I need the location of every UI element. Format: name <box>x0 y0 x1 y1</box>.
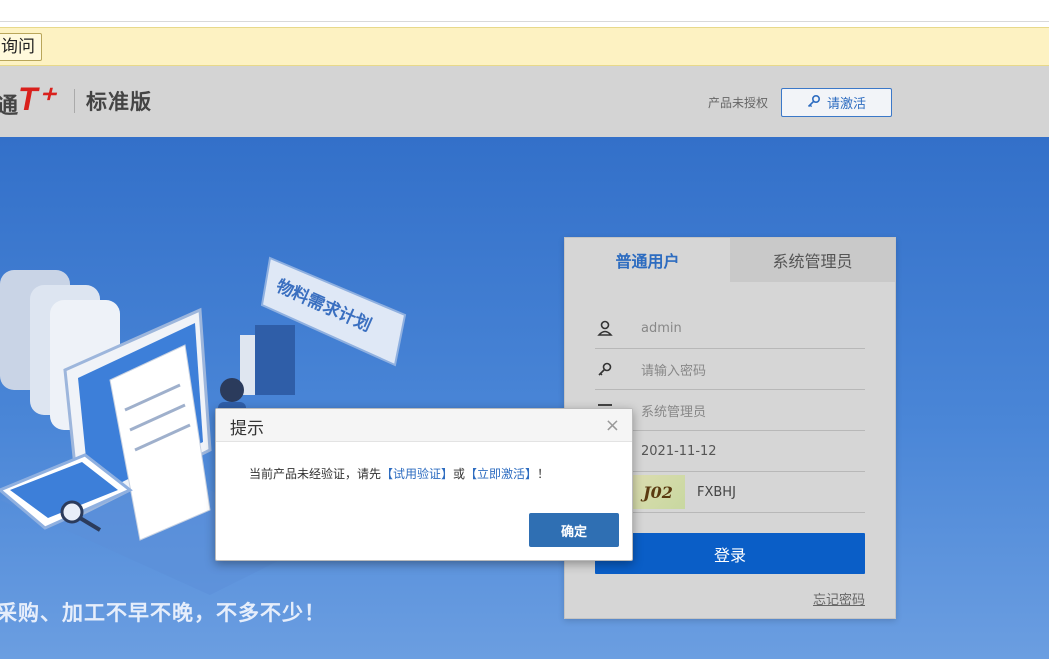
username-field[interactable]: admin <box>595 308 865 349</box>
date-value: 2021-11-12 <box>641 443 717 459</box>
license-status: 产品未授权 <box>708 96 769 110</box>
tab-normal-user[interactable]: 普通用户 <box>565 238 730 282</box>
key-icon <box>595 361 641 377</box>
logo-text: 通 <box>0 94 19 119</box>
dialog-message: 当前产品未经验证，请先【试用验证】或【立即激活】！ <box>249 465 549 482</box>
ok-button[interactable]: 确定 <box>529 513 619 547</box>
dialog-header: 提示 × <box>216 409 632 442</box>
login-button[interactable]: 登录 <box>595 533 865 574</box>
edition-label: 标准版 <box>86 90 152 114</box>
hero-slogan: 采购、加工不早不晚，不多不少！ <box>0 601 326 625</box>
activate-label: 请激活 <box>826 97 866 112</box>
captcha-value: FXBHJ <box>697 484 736 500</box>
tab-system-admin[interactable]: 系统管理员 <box>730 238 895 282</box>
key-icon <box>807 94 821 112</box>
dialog-title: 提示 <box>230 419 264 439</box>
trial-verify-link[interactable]: 【试用验证】 <box>381 467 453 481</box>
logo-t-plus: T⁺ <box>18 81 55 117</box>
username-value: admin <box>641 320 682 336</box>
logo-divider <box>74 89 75 113</box>
date-field[interactable]: 2021-11-12 <box>595 431 865 472</box>
password-placeholder: 请输入密码 <box>641 363 707 379</box>
account-field[interactable]: 系统管理员 <box>595 390 865 431</box>
alert-dialog: 提示 × 当前产品未经验证，请先【试用验证】或【立即激活】！ 确定 <box>215 408 633 561</box>
password-field[interactable]: 请输入密码 <box>595 349 865 390</box>
browser-info-bar: 询问 <box>0 27 1049 66</box>
login-tabs: 普通用户 系统管理员 <box>565 238 895 282</box>
activate-button[interactable]: 请激活 <box>781 88 892 117</box>
activate-now-link[interactable]: 【立即激活】 <box>465 467 537 481</box>
account-value: 系统管理员 <box>641 404 707 420</box>
user-icon <box>595 320 641 336</box>
product-header: 通 T⁺ 标准版 产品未授权 请激活 <box>0 66 1049 137</box>
ask-button[interactable]: 询问 <box>0 33 42 61</box>
browser-top-strip <box>0 0 1049 22</box>
captcha-image[interactable]: J02 <box>631 475 685 509</box>
forgot-password-link[interactable]: 忘记密码 <box>813 589 865 608</box>
close-icon[interactable]: × <box>605 415 620 436</box>
captcha-field[interactable]: J02 FXBHJ <box>595 472 865 513</box>
message-or: 或 <box>453 467 466 481</box>
message-suffix: ！ <box>537 467 550 481</box>
message-prefix: 当前产品未经验证，请先 <box>249 467 382 481</box>
